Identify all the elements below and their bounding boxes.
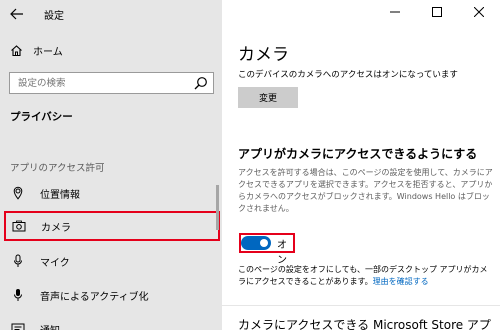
sidebar-item-notifications[interactable]: 通知 [0, 314, 222, 330]
microphone-icon [10, 253, 26, 269]
search-input[interactable] [10, 73, 190, 93]
window-controls [374, 0, 500, 28]
camera-access-toggle[interactable] [241, 236, 271, 250]
back-button[interactable] [6, 3, 28, 25]
title-bar: 設定 [0, 0, 222, 28]
sidebar-item-label: 通知 [40, 322, 60, 330]
home-link[interactable]: ホーム [8, 39, 214, 61]
minimize-icon [390, 11, 400, 13]
app-access-description: アクセスを許可する場合は、このページの設定を使用して、カメラにアクセスできるアプ… [238, 168, 493, 213]
sidebar-item-camera[interactable]: カメラ [4, 211, 220, 241]
learn-why-link[interactable]: 理由を確認する [373, 277, 429, 286]
maximize-button[interactable] [416, 0, 458, 24]
close-icon [474, 7, 484, 17]
section-divider [222, 305, 500, 306]
close-button[interactable] [458, 0, 500, 24]
category-label: アプリのアクセス許可 [10, 163, 105, 174]
sidebar-item-microphone[interactable]: マイク [0, 246, 222, 276]
search-box[interactable] [9, 72, 214, 94]
camera-settings-page: カメラ このデバイスのカメラへのアクセスはオンになっています 変更 アプリがカメ… [222, 0, 500, 330]
app-title: 設定 [44, 11, 64, 22]
minimize-button[interactable] [374, 0, 416, 24]
camera-access-toggle-container: オン [239, 233, 295, 266]
page-title: カメラ [238, 45, 289, 65]
settings-sidebar: 設定 ホーム プライバシー アプリのアクセス許可 位置情報 カメラ マイク [0, 0, 222, 330]
toggle-state-label: オン [277, 240, 287, 266]
home-icon [8, 42, 24, 58]
toggle-knob [260, 239, 268, 247]
sidebar-item-location[interactable]: 位置情報 [0, 178, 222, 208]
sidebar-item-label: 位置情報 [40, 189, 80, 201]
camera-icon [11, 218, 27, 234]
section-title: プライバシー [10, 111, 73, 123]
notification-icon [10, 321, 26, 330]
location-icon [10, 185, 26, 201]
sidebar-scrollbar[interactable] [216, 185, 219, 230]
device-status-text: このデバイスのカメラへのアクセスはオンになっています [238, 70, 458, 80]
store-apps-heading: カメラにアクセスできる Microsoft Store アプ [238, 318, 491, 330]
maximize-icon [432, 7, 442, 17]
change-button[interactable]: 変更 [238, 87, 298, 108]
search-icon [194, 77, 207, 90]
home-label: ホーム [33, 46, 63, 58]
voice-activation-icon [10, 287, 26, 303]
sidebar-item-label: カメラ [41, 222, 71, 234]
app-access-heading: アプリがカメラにアクセスできるようにする [238, 147, 478, 161]
note-text: このページの設定をオフにしても、一部のデスクトップ アプリがカメラにアクセスでき… [238, 265, 488, 286]
back-arrow-icon [10, 8, 23, 20]
desktop-apps-note: このページの設定をオフにしても、一部のデスクトップ アプリがカメラにアクセスでき… [238, 264, 494, 288]
sidebar-item-label: 音声によるアクティブ化 [40, 291, 149, 303]
sidebar-item-voice-activation[interactable]: 音声によるアクティブ化 [0, 280, 222, 310]
sidebar-item-label: マイク [40, 257, 70, 269]
